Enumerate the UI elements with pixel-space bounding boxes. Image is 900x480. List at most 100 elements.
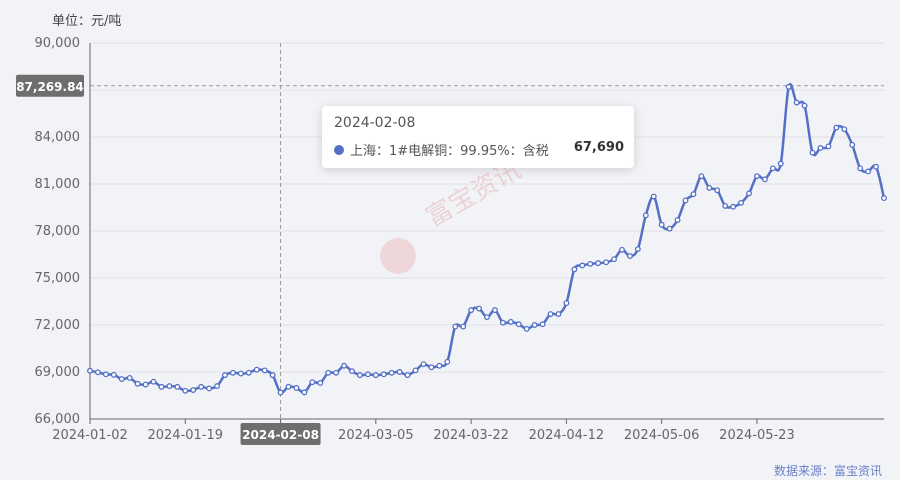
data-point[interactable] (253, 366, 260, 373)
data-point[interactable] (222, 372, 228, 379)
data-point[interactable] (364, 371, 371, 378)
data-point[interactable] (460, 323, 467, 330)
data-point[interactable] (547, 311, 554, 317)
data-point[interactable] (825, 143, 832, 150)
data-point[interactable] (579, 262, 586, 269)
data-point[interactable] (857, 165, 864, 172)
data-point[interactable] (325, 369, 332, 376)
data-point[interactable] (746, 190, 752, 197)
data-point[interactable] (142, 381, 149, 388)
data-point[interactable] (658, 221, 665, 228)
data-point[interactable] (134, 380, 141, 387)
data-point[interactable] (809, 149, 816, 156)
data-point[interactable] (491, 307, 498, 314)
data-point[interactable] (611, 256, 617, 263)
data-point[interactable] (444, 358, 451, 365)
data-point[interactable] (698, 173, 705, 180)
data-point[interactable] (507, 318, 514, 325)
data-point[interactable] (626, 253, 633, 260)
data-point[interactable] (563, 300, 570, 307)
data-point[interactable] (245, 369, 252, 376)
data-point[interactable] (499, 319, 506, 326)
data-point[interactable] (102, 371, 109, 378)
data-point[interactable] (650, 193, 657, 200)
data-point[interactable] (349, 368, 355, 375)
data-point[interactable] (587, 260, 594, 267)
data-point[interactable] (642, 212, 649, 219)
data-point[interactable] (817, 145, 824, 151)
data-point[interactable] (539, 321, 546, 328)
data-point[interactable] (293, 385, 300, 391)
data-point[interactable] (269, 372, 276, 379)
data-point[interactable] (357, 372, 363, 379)
data-point[interactable] (428, 364, 435, 371)
data-point[interactable] (118, 376, 125, 382)
data-point[interactable] (603, 259, 610, 266)
data-point[interactable] (754, 173, 760, 180)
data-point[interactable] (229, 369, 236, 376)
data-point[interactable] (206, 385, 213, 392)
data-point[interactable] (94, 369, 101, 376)
data-point[interactable] (881, 195, 887, 202)
data-point[interactable] (388, 369, 395, 376)
data-point[interactable] (785, 83, 792, 90)
data-point[interactable] (873, 163, 880, 170)
data-point[interactable] (404, 372, 411, 379)
data-point[interactable] (849, 141, 856, 148)
data-point[interactable] (190, 387, 197, 393)
data-point[interactable] (801, 102, 808, 109)
data-point[interactable] (277, 389, 284, 396)
data-point[interactable] (769, 165, 776, 172)
data-point[interactable] (174, 383, 181, 390)
data-point[interactable] (714, 187, 721, 194)
data-point[interactable] (515, 321, 522, 328)
data-point[interactable] (777, 160, 784, 167)
data-point[interactable] (301, 389, 308, 396)
data-point[interactable] (841, 126, 848, 133)
data-point[interactable] (150, 378, 157, 385)
data-point[interactable] (833, 124, 840, 131)
data-point[interactable] (690, 191, 697, 198)
data-point[interactable] (126, 375, 133, 381)
data-point[interactable] (380, 371, 387, 378)
data-point[interactable] (682, 197, 689, 204)
data-point[interactable] (722, 202, 729, 209)
data-point[interactable] (674, 217, 681, 223)
data-point[interactable] (523, 325, 530, 332)
data-point[interactable] (333, 369, 340, 376)
data-point[interactable] (730, 203, 737, 210)
data-point[interactable] (452, 323, 459, 330)
data-point[interactable] (237, 370, 244, 377)
data-point[interactable] (87, 367, 93, 374)
data-point[interactable] (666, 225, 673, 232)
data-point[interactable] (706, 184, 713, 191)
data-point[interactable] (158, 383, 165, 390)
data-point[interactable] (420, 361, 427, 368)
data-point[interactable] (182, 387, 189, 394)
data-point[interactable] (436, 362, 443, 369)
data-point[interactable] (341, 362, 348, 369)
data-point[interactable] (555, 311, 562, 317)
data-point[interactable] (372, 372, 379, 379)
data-point[interactable] (595, 260, 602, 267)
data-point[interactable] (571, 266, 578, 273)
data-point[interactable] (484, 314, 490, 321)
data-point[interactable] (531, 322, 538, 328)
data-point[interactable] (317, 380, 324, 386)
data-point[interactable] (309, 379, 316, 386)
data-point[interactable] (198, 383, 205, 390)
data-point[interactable] (412, 367, 419, 374)
data-point[interactable] (634, 246, 641, 252)
data-point[interactable] (865, 168, 872, 175)
data-point[interactable] (468, 307, 475, 314)
data-point[interactable] (285, 383, 292, 390)
data-point[interactable] (396, 369, 403, 375)
data-point[interactable] (476, 305, 483, 312)
data-point[interactable] (761, 176, 768, 183)
data-point[interactable] (793, 99, 800, 106)
data-point[interactable] (166, 383, 173, 390)
data-point[interactable] (261, 367, 268, 374)
data-point[interactable] (214, 383, 220, 390)
data-point[interactable] (619, 246, 625, 253)
data-point[interactable] (738, 199, 745, 206)
